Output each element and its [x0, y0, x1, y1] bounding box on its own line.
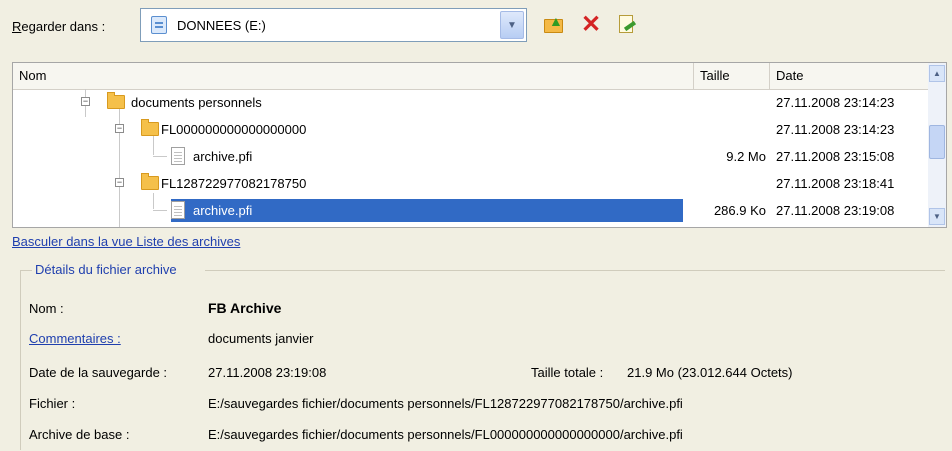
total-size-value: 21.9 Mo (23.012.644 Octets)	[627, 365, 793, 380]
folder-icon	[107, 92, 125, 109]
backup-date-label: Date de la sauvegarde :	[29, 365, 168, 380]
drive-select[interactable]: DONNEES (E:) ▼	[140, 8, 527, 42]
vertical-scrollbar[interactable]: ▲ ▼	[928, 63, 946, 227]
item-name: documents personnels	[131, 95, 262, 110]
scroll-down-icon[interactable]: ▼	[929, 208, 945, 225]
switch-to-archive-list-link[interactable]: Basculer dans la vue Liste des archives	[12, 234, 240, 249]
backup-date-value: 27.11.2008 23:19:08	[208, 365, 327, 380]
scroll-up-icon[interactable]: ▲	[929, 65, 945, 82]
item-date: 27.11.2008 23:18:41	[776, 176, 895, 191]
list-item[interactable]: − FL128722977082178750 27.11.2008 23:18:…	[13, 170, 928, 197]
item-name: archive.pfi	[193, 149, 253, 164]
collapse-toggle-icon[interactable]: −	[81, 97, 90, 106]
details-group-title: Détails du fichier archive	[35, 262, 177, 277]
item-name: archive.pfi	[193, 203, 253, 218]
archive-tree-list[interactable]: Nom Taille Date − documents personnels 2…	[12, 62, 947, 228]
drive-select-value: DONNEES (E:)	[177, 18, 266, 33]
list-item-selected[interactable]: archive.pfi 286.9 Ko 27.11.2008 23:19:08	[13, 197, 928, 224]
item-size: 286.9 Ko	[713, 203, 766, 218]
comments-value: documents janvier	[208, 331, 314, 346]
list-item[interactable]: − FL000000000000000000 27.11.2008 23:14:…	[13, 116, 928, 143]
item-size	[694, 116, 766, 143]
item-date: 27.11.2008 23:14:23	[776, 95, 895, 110]
folder-icon	[141, 119, 159, 136]
item-name: FL000000000000000000	[161, 122, 307, 137]
look-in-label: Regarder dans :	[12, 19, 105, 34]
file-path-value: E:/sauvegardes fichier/documents personn…	[208, 396, 683, 411]
base-archive-path-value: E:/sauvegardes fichier/documents personn…	[208, 427, 683, 442]
look-in-accel: R	[12, 19, 22, 34]
list-header: Nom Taille Date	[13, 63, 946, 90]
column-header-date[interactable]: Date	[770, 63, 928, 89]
name-label: Nom :	[29, 301, 64, 316]
comments-link[interactable]: Commentaires :	[29, 331, 121, 346]
item-date: 27.11.2008 23:19:08	[776, 203, 895, 218]
list-item[interactable]: archive.pfi 9.2 Mo 27.11.2008 23:15:08	[13, 143, 928, 170]
name-value: FB Archive	[208, 300, 282, 316]
properties-button[interactable]	[616, 14, 638, 36]
column-header-size[interactable]: Taille	[694, 63, 770, 89]
folder-icon	[141, 173, 159, 190]
collapse-toggle-icon[interactable]: −	[115, 178, 124, 187]
look-in-label-text: egarder dans :	[21, 19, 106, 34]
delete-button[interactable]: ✕	[580, 11, 602, 38]
base-archive-label: Archive de base :	[29, 427, 130, 442]
file-icon	[171, 201, 185, 219]
item-date: 27.11.2008 23:14:23	[776, 122, 895, 137]
item-size: 9.2 Mo	[726, 149, 766, 164]
drive-icon	[151, 16, 167, 34]
scroll-thumb[interactable]	[929, 125, 945, 159]
file-label: Fichier :	[29, 396, 76, 411]
column-header-name[interactable]: Nom	[13, 63, 694, 89]
item-name: FL128722977082178750	[161, 176, 307, 191]
item-size	[694, 170, 766, 197]
file-icon	[171, 147, 185, 165]
item-date: 27.11.2008 23:15:08	[776, 149, 895, 164]
collapse-toggle-icon[interactable]: −	[115, 124, 124, 133]
delete-x-icon: ✕	[580, 11, 602, 38]
folder-up-button[interactable]: ▲	[543, 14, 565, 36]
list-item[interactable]: − documents personnels 27.11.2008 23:14:…	[13, 89, 928, 116]
total-size-label: Taille totale :	[531, 365, 604, 380]
chevron-down-icon[interactable]: ▼	[500, 11, 524, 39]
item-size	[694, 89, 766, 116]
